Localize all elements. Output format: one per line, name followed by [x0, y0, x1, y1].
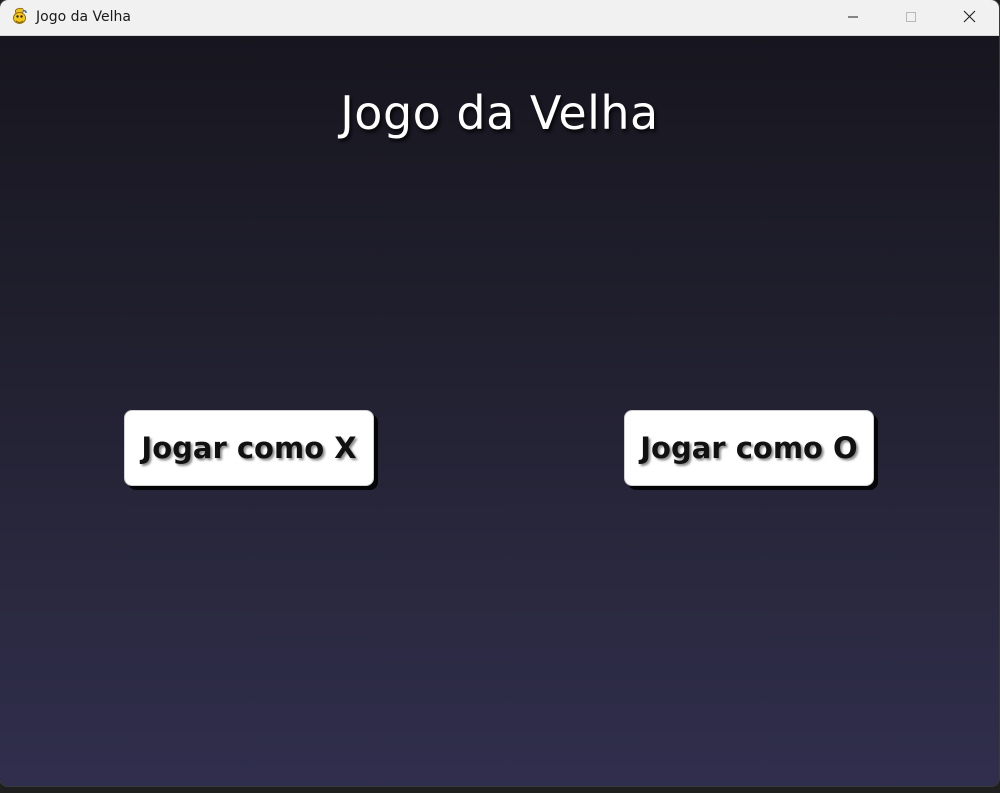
python-snake-icon: [10, 7, 29, 26]
minimize-icon: [847, 8, 859, 27]
play-as-x-button[interactable]: Jogar como X: [124, 410, 374, 486]
maximize-icon: [905, 8, 917, 27]
game-canvas: Jogo da Velha Jogar como X Jogar como O: [0, 36, 999, 786]
play-as-o-button[interactable]: Jogar como O: [624, 410, 874, 486]
game-title: Jogo da Velha: [340, 86, 659, 140]
minimize-button[interactable]: [824, 0, 882, 35]
maximize-button[interactable]: [882, 0, 940, 35]
app-window: Jogo da Velha Jogo da Velha Jogar como X…: [0, 0, 999, 786]
close-icon: [963, 8, 976, 27]
window-title: Jogo da Velha: [36, 9, 131, 25]
close-button[interactable]: [940, 0, 998, 35]
title-bar[interactable]: Jogo da Velha: [0, 0, 999, 36]
